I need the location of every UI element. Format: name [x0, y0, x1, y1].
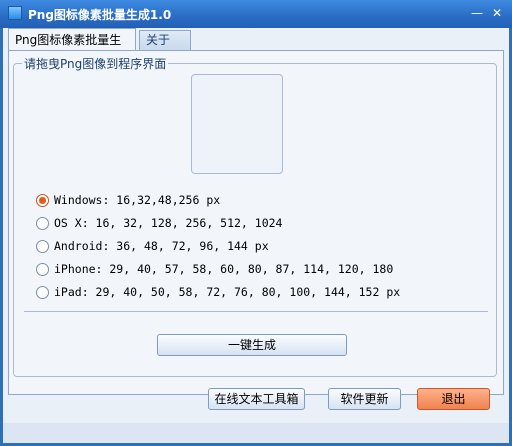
- online-tools-button[interactable]: 在线文本工具箱: [208, 388, 305, 410]
- radio-ipad[interactable]: [36, 286, 49, 299]
- app-icon: [8, 6, 22, 20]
- radio-iphone[interactable]: [36, 263, 49, 276]
- bottom-bar: [3, 423, 509, 443]
- option-label: iPad: 29, 40, 50, 58, 72, 76, 80, 100, 1…: [54, 285, 401, 299]
- app-window: Png图标像素批量生成1.0 — ✕ Png图标像素批量生成 关于 请拖曳Png…: [0, 0, 512, 446]
- title-bar[interactable]: Png图标像素批量生成1.0 — ✕: [0, 0, 512, 28]
- drop-group: 请拖曳Png图像到程序界面 Windows: 16,32,48,256 px O…: [13, 55, 497, 377]
- window-title: Png图标像素批量生成1.0: [28, 8, 172, 22]
- option-label: Android: 36, 48, 72, 96, 144 px: [54, 239, 269, 253]
- option-label: iPhone: 29, 40, 57, 58, 60, 80, 87, 114,…: [54, 262, 394, 276]
- client-area: Png图标像素批量生成 关于 请拖曳Png图像到程序界面 Windows: 16…: [3, 28, 509, 443]
- minimize-button[interactable]: —: [468, 4, 486, 22]
- image-drop-zone[interactable]: [191, 74, 283, 174]
- close-button[interactable]: ✕: [488, 4, 506, 22]
- option-label: OS X: 16, 32, 128, 256, 512, 1024: [54, 216, 283, 230]
- group-legend: 请拖曳Png图像到程序界面: [22, 55, 169, 72]
- tab-generator[interactable]: Png图标像素批量生成: [8, 28, 136, 69]
- software-update-button[interactable]: 软件更新: [328, 388, 401, 410]
- radio-windows[interactable]: [36, 194, 49, 207]
- tab-about[interactable]: 关于: [139, 30, 191, 50]
- radio-osx[interactable]: [36, 217, 49, 230]
- tab-panel: 请拖曳Png图像到程序界面 Windows: 16,32,48,256 px O…: [8, 50, 504, 395]
- exit-button[interactable]: 退出: [417, 388, 490, 410]
- option-label: Windows: 16,32,48,256 px: [54, 193, 221, 207]
- divider: [24, 311, 488, 312]
- generate-button[interactable]: 一键生成: [157, 334, 347, 356]
- radio-android[interactable]: [36, 240, 49, 253]
